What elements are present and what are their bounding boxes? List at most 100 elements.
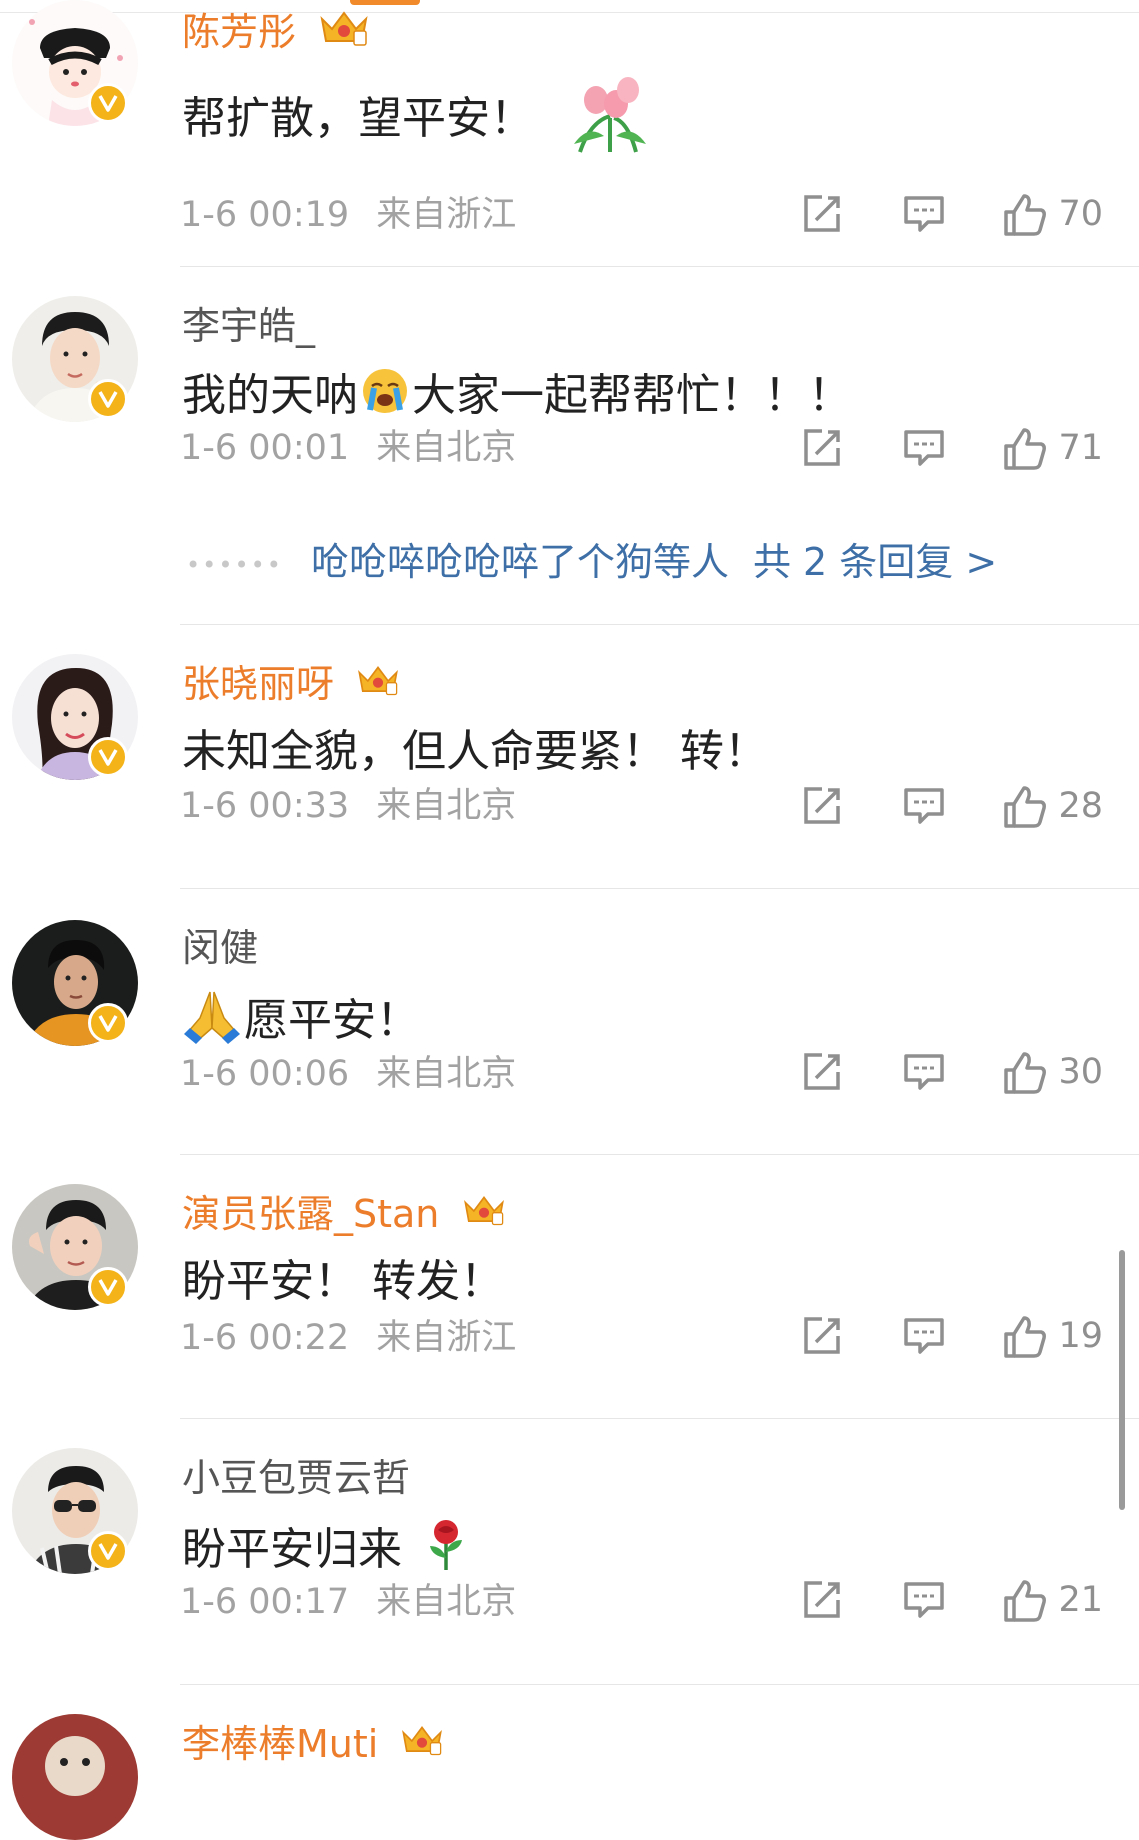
location: 来自北京 [376, 786, 517, 826]
thumbs-up-icon[interactable] [1002, 1314, 1047, 1358]
action-bar: 70 [800, 190, 1103, 238]
share-icon[interactable] [800, 192, 844, 236]
avatar[interactable] [12, 1714, 138, 1840]
username[interactable]: 小豆包贾云哲 [182, 1454, 410, 1502]
verified-badge-icon [88, 1003, 128, 1043]
crying-face-icon [360, 366, 410, 430]
username-text[interactable]: 李棒棒Muti [182, 1722, 378, 1766]
location: 来自北京 [376, 1582, 517, 1622]
comment-divider [180, 888, 1139, 889]
like-count: 19 [1058, 1316, 1103, 1356]
crown-icon [318, 9, 370, 60]
verified-badge-icon [88, 1267, 128, 1307]
username-text[interactable]: 李宇皓_ [182, 304, 315, 348]
crown-icon [400, 1722, 444, 1771]
comment-text: 未知全貌，但人命要紧！ 转！ [182, 726, 768, 777]
comment-divider [180, 624, 1139, 625]
comment-icon[interactable] [902, 1578, 946, 1622]
reply-users[interactable]: 呛呛啐呛呛啐了个狗等人 [311, 540, 729, 584]
comment-divider [180, 1684, 1139, 1685]
verified-badge-icon [88, 83, 128, 123]
comment-text: 盼平安！ 转发！ [182, 1256, 504, 1307]
verified-badge-icon [88, 1531, 128, 1571]
like-button[interactable]: 71 [1002, 426, 1103, 470]
action-bar: 71 [800, 424, 1103, 472]
like-count: 28 [1058, 786, 1103, 826]
share-icon[interactable] [800, 1578, 844, 1622]
comment-meta: 1-6 00:17 来自北京 [180, 1580, 516, 1624]
top-divider [0, 12, 1139, 13]
comment-icon[interactable] [902, 426, 946, 470]
like-button[interactable]: 30 [1002, 1050, 1103, 1094]
timestamp: 1-6 00:17 [180, 1582, 350, 1622]
timestamp: 1-6 00:22 [180, 1318, 350, 1358]
username-text[interactable]: 小豆包贾云哲 [182, 1456, 410, 1500]
username[interactable]: 李棒棒Muti [182, 1720, 444, 1771]
username-text[interactable]: 演员张露_Stan [182, 1192, 439, 1236]
thumbs-up-icon[interactable] [1002, 784, 1047, 828]
like-count: 70 [1058, 194, 1103, 234]
username[interactable]: 演员张露_Stan [182, 1190, 506, 1241]
verified-badge-icon [88, 379, 128, 419]
like-count: 21 [1058, 1580, 1103, 1620]
verified-badge-icon [88, 737, 128, 777]
comment-divider [180, 1418, 1139, 1419]
active-tab-indicator [350, 0, 420, 5]
share-icon[interactable] [800, 426, 844, 470]
username[interactable]: 陈芳彤 [182, 8, 370, 60]
reply-preview-link[interactable]: •••••• 呛呛啐呛呛啐了个狗等人共 2 条回复 > [186, 538, 997, 589]
username-text[interactable]: 闵健 [182, 926, 258, 970]
thumbs-up-icon[interactable] [1002, 192, 1047, 236]
action-bar: 19 [800, 1312, 1103, 1360]
location: 来自北京 [376, 1054, 517, 1094]
comment-icon[interactable] [902, 1050, 946, 1094]
comment-meta: 1-6 00:06 来自北京 [180, 1052, 516, 1096]
comment-text: 盼平安归来 [182, 1518, 468, 1586]
scrollbar[interactable] [1119, 1250, 1125, 1510]
comment-text: 帮扩散，望平安！ [182, 74, 656, 168]
share-icon[interactable] [800, 1314, 844, 1358]
username-text[interactable]: 陈芳彤 [182, 10, 296, 54]
tulip-icon [566, 74, 656, 168]
comment-text: 我的天呐 大家一起帮帮忙！！！ [182, 366, 852, 430]
comment-icon[interactable] [902, 1314, 946, 1358]
like-button[interactable]: 19 [1002, 1314, 1103, 1358]
username-text[interactable]: 张晓丽呀 [182, 662, 334, 706]
comment-divider [180, 1154, 1139, 1155]
action-bar: 21 [800, 1576, 1103, 1624]
timestamp: 1-6 00:33 [180, 786, 350, 826]
action-bar: 28 [800, 782, 1103, 830]
like-count: 71 [1058, 428, 1103, 468]
location: 来自浙江 [376, 1318, 517, 1358]
reply-count-link[interactable]: 共 2 条回复 > [753, 540, 997, 584]
username[interactable]: 李宇皓_ [182, 302, 315, 350]
thumbs-up-icon[interactable] [1002, 426, 1047, 470]
username[interactable]: 闵健 [182, 924, 258, 972]
comment-icon[interactable] [902, 784, 946, 828]
share-icon[interactable] [800, 784, 844, 828]
location: 来自北京 [376, 428, 517, 468]
location: 来自浙江 [376, 195, 517, 235]
comment-meta: 1-6 00:19 来自浙江 [180, 193, 516, 237]
praying-hands-icon [182, 988, 242, 1058]
like-button[interactable]: 70 [1002, 192, 1103, 236]
thumbs-up-icon[interactable] [1002, 1050, 1047, 1094]
comment-meta: 1-6 00:22 来自浙江 [180, 1316, 516, 1360]
thumbs-up-icon[interactable] [1002, 1578, 1047, 1622]
rose-icon [424, 1518, 468, 1586]
timestamp: 1-6 00:19 [180, 195, 350, 235]
ellipsis-icon: •••••• [186, 550, 283, 579]
action-bar: 30 [800, 1048, 1103, 1096]
comment-icon[interactable] [902, 192, 946, 236]
timestamp: 1-6 00:01 [180, 428, 350, 468]
share-icon[interactable] [800, 1050, 844, 1094]
like-button[interactable]: 28 [1002, 784, 1103, 828]
comment-meta: 1-6 00:01 来自北京 [180, 426, 516, 470]
crown-icon [462, 1192, 506, 1241]
comment-text: 愿平安！ [182, 988, 420, 1058]
like-count: 30 [1058, 1052, 1103, 1092]
crown-icon [356, 662, 400, 711]
username[interactable]: 张晓丽呀 [182, 660, 400, 711]
like-button[interactable]: 21 [1002, 1578, 1103, 1622]
comment-divider [180, 266, 1139, 267]
